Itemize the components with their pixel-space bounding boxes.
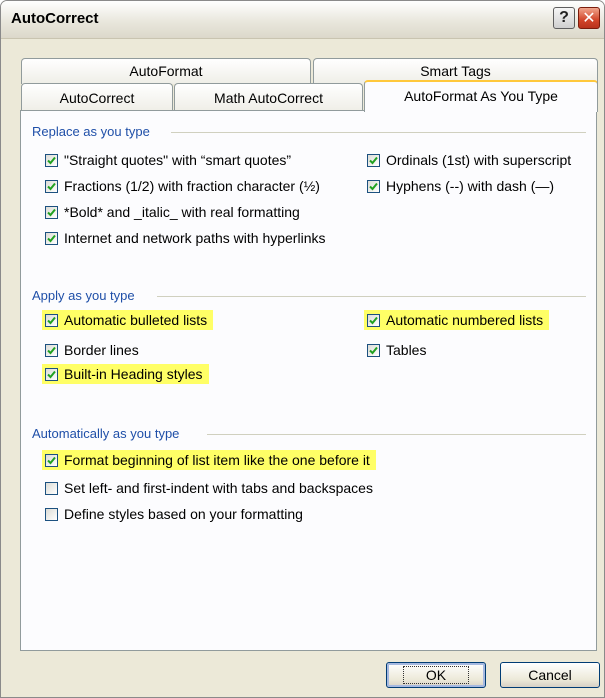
checkbox-border-lines[interactable]: Border lines xyxy=(45,342,139,358)
group-label-apply-as-you-type: Apply as you type xyxy=(32,288,135,303)
tab-label: AutoCorrect xyxy=(59,90,135,106)
checkbox-label: Define styles based on your formatting xyxy=(64,506,303,522)
checkbox-label: Set left- and first-indent with tabs and… xyxy=(64,480,373,496)
checkmark-icon xyxy=(47,156,56,164)
checkbox[interactable] xyxy=(45,453,58,467)
ok-button[interactable]: OK xyxy=(386,662,486,688)
tab-autoformat[interactable]: AutoFormat xyxy=(21,58,311,84)
group-divider xyxy=(207,434,586,435)
checkbox-hyperlinks[interactable]: Internet and network paths with hyperlin… xyxy=(45,230,325,246)
checkbox[interactable] xyxy=(367,153,380,167)
checkbox[interactable] xyxy=(45,367,58,381)
checkbox-ordinals[interactable]: Ordinals (1st) with superscript xyxy=(367,152,571,168)
checkmark-icon xyxy=(47,234,56,242)
checkbox-label: Internet and network paths with hyperlin… xyxy=(64,230,326,246)
checkbox-label: Automatic bulleted lists xyxy=(64,312,208,328)
cancel-button-label: Cancel xyxy=(528,667,572,683)
checkmark-icon xyxy=(47,316,56,324)
checkmark-icon xyxy=(369,346,378,354)
checkbox-define-styles[interactable]: Define styles based on your formatting xyxy=(45,506,303,522)
checkmark-icon xyxy=(47,182,56,190)
checkbox-label: Hyphens (--) with dash (—) xyxy=(386,178,555,194)
checkbox[interactable] xyxy=(45,231,58,245)
checkbox-hyphens[interactable]: Hyphens (--) with dash (—) xyxy=(367,178,554,194)
checkbox-automatic-numbered-lists[interactable]: Automatic numbered lists xyxy=(364,310,550,330)
tab-label: AutoFormat xyxy=(129,63,203,79)
window-title: AutoCorrect xyxy=(11,10,99,27)
checkbox-format-list-item[interactable]: Format beginning of list item like the o… xyxy=(42,450,376,470)
checkbox[interactable] xyxy=(45,205,58,219)
tab-autoformat-as-you-type[interactable]: AutoFormat As You Type xyxy=(364,80,598,112)
checkbox-smart-quotes[interactable]: "Straight quotes" with “smart quotes” xyxy=(45,152,291,168)
checkbox-label: "Straight quotes" with “smart quotes” xyxy=(64,152,292,168)
group-divider xyxy=(157,296,586,297)
checkbox[interactable] xyxy=(367,313,380,327)
checkbox[interactable] xyxy=(45,481,58,495)
checkbox-bold-italic[interactable]: *Bold* and _italic_ with real formatting xyxy=(45,204,300,220)
group-label-automatically-as-you-type: Automatically as you type xyxy=(32,426,180,441)
checkbox[interactable] xyxy=(45,153,58,167)
checkbox-label: Automatic numbered lists xyxy=(386,312,544,328)
checkbox-label: Border lines xyxy=(64,342,139,358)
checkbox-label: Tables xyxy=(386,342,427,358)
checkmark-icon xyxy=(369,156,378,164)
tab-panel: Replace as you type "Straight quotes" wi… xyxy=(20,110,597,651)
checkbox[interactable] xyxy=(367,179,380,193)
checkbox-label: Built-in Heading styles xyxy=(64,366,203,382)
checkmark-icon xyxy=(47,208,56,216)
checkbox-built-in-heading-styles[interactable]: Built-in Heading styles xyxy=(42,364,209,384)
title-bar[interactable]: AutoCorrect ? ✕ xyxy=(1,1,604,39)
autocorrect-dialog: AutoCorrect ? ✕ AutoFormat Smart Tags Au… xyxy=(0,0,605,698)
tab-math-autocorrect[interactable]: Math AutoCorrect xyxy=(174,83,363,111)
tab-label: AutoFormat As You Type xyxy=(404,88,558,104)
checkmark-icon xyxy=(47,456,56,464)
checkbox[interactable] xyxy=(45,313,58,327)
checkbox[interactable] xyxy=(45,179,58,193)
checkbox-label: Fractions (1/2) with fraction character … xyxy=(64,178,320,194)
help-button[interactable]: ? xyxy=(553,7,575,29)
ok-button-label: OK xyxy=(402,666,470,684)
checkbox[interactable] xyxy=(45,343,58,357)
close-icon: ✕ xyxy=(582,10,596,27)
checkmark-icon xyxy=(369,316,378,324)
checkbox-set-indent[interactable]: Set left- and first-indent with tabs and… xyxy=(45,480,373,496)
checkbox[interactable] xyxy=(367,343,380,357)
group-label-replace-as-you-type: Replace as you type xyxy=(32,124,150,139)
checkbox-label: *Bold* and _italic_ with real formatting xyxy=(64,204,300,220)
close-button[interactable]: ✕ xyxy=(578,7,600,29)
checkbox-automatic-bulleted-lists[interactable]: Automatic bulleted lists xyxy=(42,310,214,330)
checkbox-label: Format beginning of list item like the o… xyxy=(64,452,370,468)
tab-label: Math AutoCorrect xyxy=(214,90,323,106)
checkbox[interactable] xyxy=(45,507,58,521)
tab-label: Smart Tags xyxy=(420,63,491,79)
checkmark-icon xyxy=(47,346,56,354)
group-divider xyxy=(171,132,586,133)
help-icon: ? xyxy=(559,9,569,26)
tab-autocorrect[interactable]: AutoCorrect xyxy=(21,83,173,111)
checkbox-tables[interactable]: Tables xyxy=(367,342,426,358)
checkbox-label: Ordinals (1st) with superscript xyxy=(386,152,572,168)
checkbox-fractions[interactable]: Fractions (1/2) with fraction character … xyxy=(45,178,320,194)
checkmark-icon xyxy=(47,370,56,378)
cancel-button[interactable]: Cancel xyxy=(500,662,600,688)
checkmark-icon xyxy=(369,182,378,190)
